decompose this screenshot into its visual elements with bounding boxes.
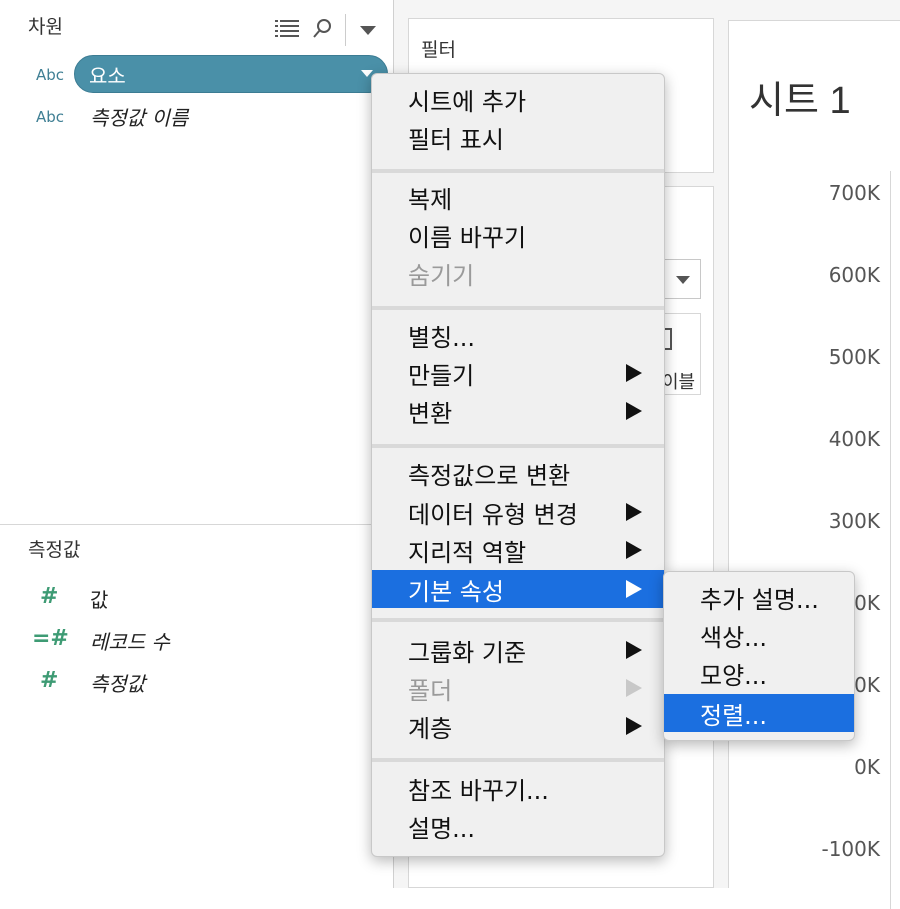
menu-item-group-by[interactable]: 그룹화 기준 bbox=[372, 631, 664, 669]
dimensions-toolbar bbox=[275, 14, 376, 46]
menu-item-default-properties[interactable]: 기본 속성 bbox=[372, 570, 664, 608]
number-icon: # bbox=[40, 584, 59, 609]
menu-item-convert-to-measure[interactable]: 측정값으로 변환 bbox=[372, 454, 664, 492]
dimensions-title: 차원 bbox=[28, 16, 63, 38]
menu-item-label: 모양... bbox=[700, 661, 768, 690]
toolbar-divider bbox=[345, 14, 346, 46]
sheet-title: 시트 1 bbox=[749, 80, 851, 122]
menu-item-transform[interactable]: 변환 bbox=[372, 392, 664, 430]
submenu-arrow-icon bbox=[626, 541, 642, 559]
submenu-arrow-icon bbox=[626, 580, 642, 598]
field-value[interactable]: 값 bbox=[90, 584, 108, 613]
submenu-item-sort[interactable]: 정렬... bbox=[664, 694, 854, 732]
field-name: 요소 bbox=[89, 63, 126, 88]
calculated-number-icon: =# bbox=[32, 626, 69, 651]
menu-item-describe[interactable]: 설명... bbox=[372, 807, 664, 845]
data-pane: 차원 Abc 요소 Abc 측정값 이름 측정값 # 값 =# 레코드 수 # … bbox=[0, 0, 393, 888]
submenu-arrow-icon bbox=[626, 679, 642, 697]
menu-item-label: 데이터 유형 변경 bbox=[408, 500, 578, 529]
field-pill-selected[interactable]: 요소 bbox=[74, 55, 388, 93]
measures-title: 측정값 bbox=[28, 539, 81, 561]
menu-separator bbox=[372, 758, 664, 762]
menu-item-hierarchy[interactable]: 계층 bbox=[372, 707, 664, 745]
menu-item-add-to-sheet[interactable]: 시트에 추가 bbox=[372, 80, 664, 118]
menu-item-duplicate[interactable]: 복제 bbox=[372, 178, 664, 216]
submenu-arrow-icon bbox=[626, 503, 642, 521]
menu-item-label: 지리적 역할 bbox=[408, 538, 527, 567]
field-record-count[interactable]: 레코드 수 bbox=[90, 626, 170, 655]
dimensions-menu-chevron-icon[interactable] bbox=[360, 21, 376, 40]
y-tick-label: -100K bbox=[821, 837, 880, 861]
menu-separator bbox=[372, 306, 664, 310]
y-tick-label: 0K bbox=[854, 755, 880, 779]
menu-item-label: 폴더 bbox=[408, 676, 453, 705]
menu-item-change-data-type[interactable]: 데이터 유형 변경 bbox=[372, 493, 664, 531]
submenu-arrow-icon bbox=[626, 717, 642, 735]
submenu-arrow-icon bbox=[626, 364, 642, 382]
y-tick-label: 400K bbox=[828, 427, 880, 451]
menu-item-label: 참조 바꾸기... bbox=[408, 776, 549, 805]
y-tick-label: 600K bbox=[828, 263, 880, 287]
context-menu: 시트에 추가 필터 표시 복제 이름 바꾸기 숨기기 별칭... 만들기 변환 … bbox=[371, 73, 665, 857]
pane-divider bbox=[0, 524, 393, 525]
y-axis-line bbox=[890, 171, 891, 909]
menu-item-label: 복제 bbox=[408, 185, 453, 214]
field-type-badge: Abc bbox=[36, 108, 65, 126]
default-properties-submenu: 추가 설명... 색상... 모양... 정렬... bbox=[663, 571, 855, 741]
menu-item-folders: 폴더 bbox=[372, 669, 664, 707]
menu-separator bbox=[372, 444, 664, 448]
menu-item-label: 변환 bbox=[408, 399, 453, 428]
menu-item-show-filter[interactable]: 필터 표시 bbox=[372, 118, 664, 156]
menu-item-label: 그룹화 기준 bbox=[408, 638, 527, 667]
menu-item-replace-references[interactable]: 참조 바꾸기... bbox=[372, 769, 664, 807]
menu-item-label: 시트에 추가 bbox=[408, 87, 527, 116]
y-tick-label: 300K bbox=[828, 509, 880, 533]
menu-item-label: 만들기 bbox=[408, 361, 475, 390]
number-icon: # bbox=[40, 668, 59, 693]
menu-item-label: 기본 속성 bbox=[408, 577, 504, 606]
menu-item-aliases[interactable]: 별칭... bbox=[372, 316, 664, 354]
menu-item-label: 필터 표시 bbox=[408, 125, 504, 154]
submenu-item-color[interactable]: 색상... bbox=[664, 616, 854, 654]
search-icon[interactable] bbox=[313, 18, 333, 43]
sheet-canvas: 시트 1 700K 600K 500K 400K 300K 200K 100K … bbox=[728, 20, 900, 909]
field-type-badge: Abc bbox=[36, 66, 65, 84]
sheet-area: 시트 1 700K 600K 500K 400K 300K 200K 100K … bbox=[728, 0, 900, 909]
menu-item-label: 숨기기 bbox=[408, 261, 475, 290]
label-button-label[interactable]: 이블 bbox=[662, 368, 695, 394]
menu-item-label: 추가 설명... bbox=[700, 585, 819, 614]
menu-item-hide: 숨기기 bbox=[372, 254, 664, 292]
menu-item-label: 정렬... bbox=[700, 701, 768, 730]
submenu-item-shape[interactable]: 모양... bbox=[664, 654, 854, 692]
menu-item-create[interactable]: 만들기 bbox=[372, 354, 664, 392]
y-tick-label: 500K bbox=[828, 345, 880, 369]
menu-item-label: 색상... bbox=[700, 623, 768, 652]
menu-item-label: 계층 bbox=[408, 714, 453, 743]
submenu-arrow-icon bbox=[626, 402, 642, 420]
field-measure-names[interactable]: 측정값 이름 bbox=[90, 102, 188, 131]
menu-item-label: 측정값으로 변환 bbox=[408, 461, 571, 490]
menu-separator bbox=[372, 169, 664, 173]
field-measure-values[interactable]: 측정값 bbox=[90, 668, 145, 697]
menu-item-rename[interactable]: 이름 바꾸기 bbox=[372, 216, 664, 254]
menu-item-label: 설명... bbox=[408, 814, 476, 843]
list-view-icon[interactable] bbox=[275, 19, 299, 42]
submenu-item-comment[interactable]: 추가 설명... bbox=[664, 578, 854, 616]
filters-title: 필터 bbox=[421, 39, 456, 61]
menu-item-geographic-role[interactable]: 지리적 역할 bbox=[372, 531, 664, 569]
menu-separator bbox=[372, 618, 664, 622]
submenu-arrow-icon bbox=[626, 641, 642, 659]
chevron-down-icon bbox=[676, 276, 690, 284]
menu-item-label: 별칭... bbox=[408, 323, 476, 352]
menu-item-label: 이름 바꾸기 bbox=[408, 223, 527, 252]
y-tick-label: 700K bbox=[828, 181, 880, 205]
